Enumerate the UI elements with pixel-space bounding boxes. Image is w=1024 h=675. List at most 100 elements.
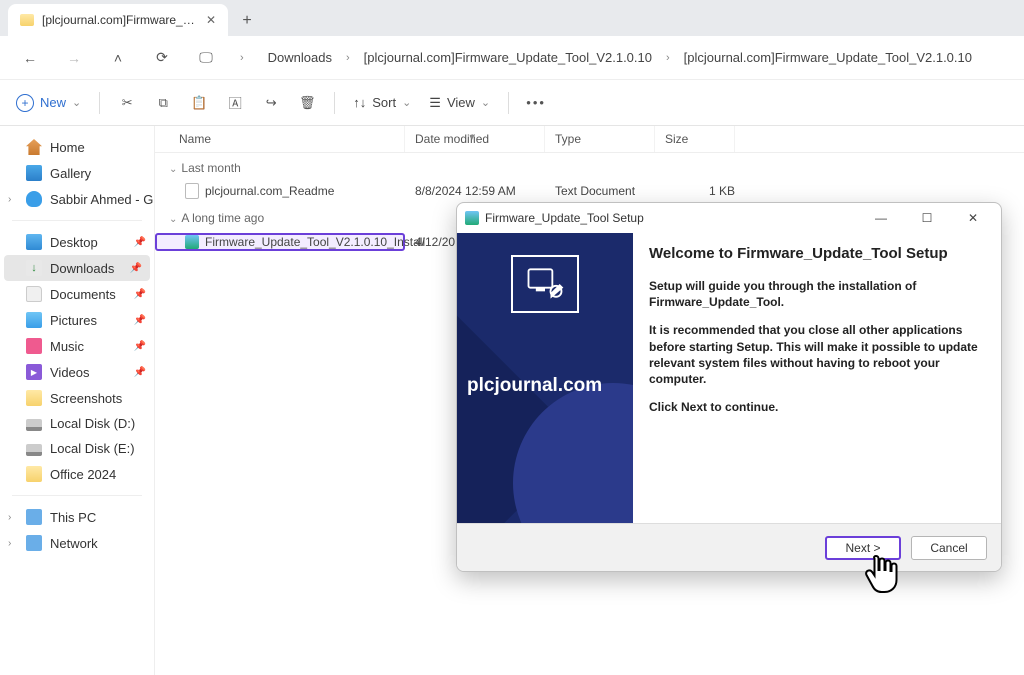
dialog-titlebar[interactable]: Firmware_Update_Tool Setup — ☐ ✕ — [457, 203, 1001, 233]
new-tab-button[interactable]: + — [232, 6, 262, 36]
divider — [12, 220, 142, 221]
breadcrumb: Downloads › [plcjournal.com]Firmware_Upd… — [268, 50, 972, 65]
home-icon — [26, 139, 42, 155]
disk-icon — [26, 444, 42, 456]
sort-button[interactable]: ↑↓ Sort ⌄ — [353, 95, 411, 110]
sidebar-item-network[interactable]: › Network — [0, 530, 154, 556]
file-size: 1 KB — [655, 184, 735, 198]
new-label: New — [40, 95, 66, 110]
chevron-right-icon: › — [346, 52, 350, 64]
close-tab-icon[interactable]: ✕ — [206, 13, 216, 27]
crumb-downloads[interactable]: Downloads — [268, 50, 332, 65]
cancel-button[interactable]: Cancel — [911, 536, 987, 560]
refresh-button[interactable]: ⟳ — [152, 49, 172, 66]
sidebar-item-screenshots[interactable]: Screenshots — [0, 385, 154, 411]
sidebar-item-home[interactable]: Home — [0, 134, 154, 160]
installer-icon — [465, 211, 479, 225]
separator — [508, 92, 509, 114]
sidebar-item-onedrive[interactable]: › Sabbir Ahmed - Glo — [0, 186, 154, 212]
sidebar-label: Gallery — [50, 166, 91, 181]
dialog-footer: Next > Cancel — [457, 523, 1001, 571]
file-row-readme[interactable]: plcjournal.com_Readme 8/8/2024 12:59 AM … — [155, 179, 1024, 203]
file-date: 8/8/2024 12:59 AM — [405, 184, 545, 198]
share-icon[interactable]: ↪ — [262, 94, 280, 112]
col-name[interactable]: Name — [155, 126, 405, 152]
chevron-down-icon: ⌄ — [169, 164, 177, 175]
pin-icon[interactable]: 📌 — [130, 263, 142, 274]
chevron-right-icon[interactable]: › — [8, 512, 11, 523]
close-button[interactable]: ✕ — [953, 204, 993, 232]
paste-icon[interactable]: 📋 — [190, 94, 208, 112]
download-icon — [26, 260, 42, 276]
sidebar-item-pictures[interactable]: Pictures 📌 — [0, 307, 154, 333]
sidebar-label: Local Disk (E:) — [50, 441, 135, 456]
separator — [334, 92, 335, 114]
sidebar-item-music[interactable]: Music 📌 — [0, 333, 154, 359]
up-button[interactable]: ˄ — [108, 50, 128, 66]
col-size[interactable]: Size — [655, 126, 735, 152]
group-header[interactable]: ⌄Last month — [155, 153, 1024, 179]
sidebar-item-disk-e[interactable]: Local Disk (E:) — [0, 436, 154, 461]
sidebar-label: Local Disk (D:) — [50, 416, 135, 431]
pc-icon — [26, 509, 42, 525]
col-date[interactable]: Date modified — [405, 126, 545, 152]
delete-icon[interactable]: 🗑 — [298, 94, 316, 112]
pin-icon[interactable]: 📌 — [134, 315, 146, 326]
tab-title: [plcjournal.com]Firmware_Upd… — [42, 13, 198, 27]
sidebar-label: Sabbir Ahmed - Glo — [50, 192, 155, 207]
file-type: Text Document — [545, 184, 655, 198]
sidebar-item-office[interactable]: Office 2024 — [0, 461, 154, 487]
forward-button[interactable]: → — [64, 50, 84, 66]
sidebar-item-videos[interactable]: Videos📌 — [0, 359, 154, 385]
monitor-icon[interactable]: 🖵 — [196, 49, 216, 66]
sidebar-label: Network — [50, 536, 98, 551]
sidebar-item-desktop[interactable]: Desktop📌 — [0, 229, 154, 255]
network-icon — [26, 535, 42, 551]
file-name: plcjournal.com_Readme — [205, 184, 334, 198]
rename-icon[interactable]: 🄰 — [226, 94, 244, 112]
chevron-down-icon: ⌄ — [169, 214, 177, 225]
sidebar-label: Music — [50, 339, 84, 354]
sidebar-item-disk-d[interactable]: Local Disk (D:) — [0, 411, 154, 436]
sidebar-label: Home — [50, 140, 85, 155]
more-button[interactable]: ••• — [527, 94, 545, 112]
col-type[interactable]: Type — [545, 126, 655, 152]
documents-icon — [26, 286, 42, 302]
watermark-text: plcjournal.com — [467, 375, 602, 397]
chevron-right-icon[interactable]: › — [8, 538, 11, 549]
chevron-down-icon: ⌄ — [481, 96, 490, 109]
view-button[interactable]: ☰ View ⌄ — [429, 95, 490, 111]
cut-icon[interactable]: ✂ — [118, 94, 136, 112]
toolbar: + New ⌄ ✂ ⧉ 📋 🄰 ↪ 🗑 ↑↓ Sort ⌄ ☰ View ⌄ •… — [0, 80, 1024, 126]
new-button[interactable]: + New ⌄ — [16, 94, 81, 112]
sidebar-item-downloads[interactable]: Downloads📌 — [4, 255, 150, 281]
maximize-button[interactable]: ☐ — [907, 204, 947, 232]
sidebar-item-thispc[interactable]: ›This PC — [0, 504, 154, 530]
sidebar-item-gallery[interactable]: Gallery — [0, 160, 154, 186]
copy-icon[interactable]: ⧉ — [154, 94, 172, 112]
minimize-button[interactable]: — — [861, 204, 901, 232]
browser-tab[interactable]: [plcjournal.com]Firmware_Upd… ✕ — [8, 4, 228, 36]
dialog-content: Welcome to Firmware_Update_Tool Setup Se… — [633, 233, 1001, 523]
next-button[interactable]: Next > — [825, 536, 901, 560]
sidebar-label: Pictures — [50, 313, 97, 328]
crumb-folder2[interactable]: [plcjournal.com]Firmware_Update_Tool_V2.… — [684, 50, 972, 65]
pin-icon[interactable]: 📌 — [134, 289, 146, 300]
crumb-folder1[interactable]: [plcjournal.com]Firmware_Update_Tool_V2.… — [364, 50, 652, 65]
sidebar-item-documents[interactable]: Documents📌 — [0, 281, 154, 307]
pin-icon[interactable]: 📌 — [134, 237, 146, 248]
chevron-down-icon: ⌄ — [402, 96, 411, 109]
pin-icon[interactable]: 📌 — [134, 341, 146, 352]
file-name: Firmware_Update_Tool_V2.1.0.10_Install — [205, 235, 425, 249]
chevron-right-icon: › — [666, 52, 670, 64]
sidebar: Home Gallery › Sabbir Ahmed - Glo Desktop… — [0, 126, 155, 675]
folder-icon — [26, 390, 42, 406]
chevron-right-icon[interactable]: › — [8, 194, 11, 205]
installer-icon — [185, 235, 199, 249]
view-icon: ☰ — [429, 95, 441, 111]
dialog-sidebar-image: plcjournal.com — [457, 233, 633, 523]
separator — [99, 92, 100, 114]
pin-icon[interactable]: 📌 — [134, 367, 146, 378]
back-button[interactable]: ← — [20, 50, 40, 66]
dialog-text-3: Click Next to continue. — [649, 399, 985, 415]
